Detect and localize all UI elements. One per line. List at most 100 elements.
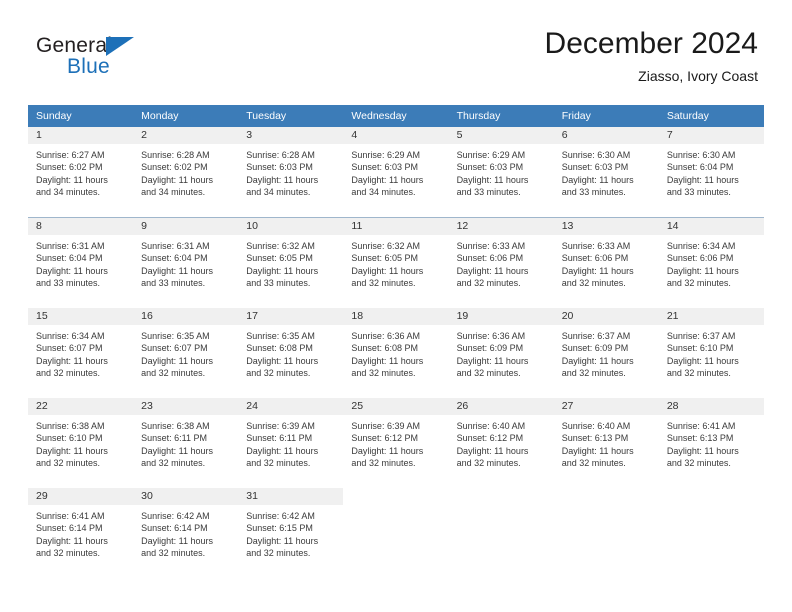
day-cell[interactable]: 27 Sunrise: 6:40 AM Sunset: 6:13 PM Dayl…: [553, 398, 659, 488]
daylight-text-line2: and 32 minutes.: [36, 368, 101, 379]
daylight-text-line2: and 34 minutes.: [36, 187, 101, 198]
day-details: Sunrise: 6:29 AM Sunset: 6:03 PM Dayligh…: [343, 144, 448, 199]
daylight-text-line1: Daylight: 11 hours: [561, 445, 634, 456]
day-cell[interactable]: 7 Sunrise: 6:30 AM Sunset: 6:04 PM Dayli…: [658, 127, 764, 217]
calendar-page: General Blue December 2024 Ziasso, Ivory…: [0, 0, 792, 612]
day-details: Sunrise: 6:38 AM Sunset: 6:11 PM Dayligh…: [133, 415, 238, 470]
weekday-header-row: Sunday Monday Tuesday Wednesday Thursday…: [28, 105, 764, 127]
day-details: Sunrise: 6:28 AM Sunset: 6:02 PM Dayligh…: [133, 144, 238, 199]
daylight-text-line2: and 32 minutes.: [351, 458, 416, 469]
day-cell[interactable]: 6 Sunrise: 6:30 AM Sunset: 6:03 PM Dayli…: [553, 127, 659, 217]
day-cell[interactable]: 5 Sunrise: 6:29 AM Sunset: 6:03 PM Dayli…: [448, 127, 554, 217]
daylight-text-line1: Daylight: 11 hours: [561, 265, 634, 276]
sunrise-text: Sunrise: 6:37 AM: [561, 331, 631, 341]
daylight-text-line2: and 33 minutes.: [36, 278, 101, 289]
sunset-text: Sunset: 6:10 PM: [36, 433, 103, 444]
day-cell[interactable]: 4 Sunrise: 6:29 AM Sunset: 6:03 PM Dayli…: [343, 127, 449, 217]
day-details: Sunrise: 6:36 AM Sunset: 6:08 PM Dayligh…: [343, 325, 448, 380]
daylight-text-line2: and 32 minutes.: [456, 368, 521, 379]
daylight-text-line1: Daylight: 11 hours: [666, 174, 739, 185]
day-number: 15: [28, 308, 134, 325]
sunrise-text: Sunrise: 6:34 AM: [36, 331, 105, 341]
day-cell[interactable]: 1 Sunrise: 6:27 AM Sunset: 6:02 PM Dayli…: [28, 127, 134, 217]
daylight-text-line1: Daylight: 11 hours: [351, 265, 424, 276]
day-cell[interactable]: 13 Sunrise: 6:33 AM Sunset: 6:06 PM Dayl…: [553, 218, 659, 308]
sunset-text: Sunset: 6:14 PM: [141, 523, 208, 534]
sunset-text: Sunset: 6:12 PM: [351, 433, 418, 444]
day-cell[interactable]: 21 Sunrise: 6:37 AM Sunset: 6:10 PM Dayl…: [658, 308, 764, 398]
day-details: Sunrise: 6:27 AM Sunset: 6:02 PM Dayligh…: [28, 144, 133, 199]
day-number: 12: [448, 218, 554, 235]
day-details: Sunrise: 6:30 AM Sunset: 6:03 PM Dayligh…: [554, 144, 659, 199]
sunrise-text: Sunrise: 6:27 AM: [36, 150, 105, 160]
day-cell[interactable]: 23 Sunrise: 6:38 AM Sunset: 6:11 PM Dayl…: [133, 398, 239, 488]
day-cell[interactable]: 12 Sunrise: 6:33 AM Sunset: 6:06 PM Dayl…: [448, 218, 554, 308]
day-cell[interactable]: 20 Sunrise: 6:37 AM Sunset: 6:09 PM Dayl…: [553, 308, 659, 398]
title-block: December 2024 Ziasso, Ivory Coast: [545, 26, 758, 86]
sunrise-text: Sunrise: 6:35 AM: [246, 331, 315, 341]
day-cell[interactable]: 10 Sunrise: 6:32 AM Sunset: 6:05 PM Dayl…: [238, 218, 344, 308]
page-subtitle: Ziasso, Ivory Coast: [638, 68, 758, 84]
day-details: Sunrise: 6:34 AM Sunset: 6:07 PM Dayligh…: [28, 325, 133, 380]
day-cell[interactable]: 28 Sunrise: 6:41 AM Sunset: 6:13 PM Dayl…: [658, 398, 764, 488]
daylight-text-line1: Daylight: 11 hours: [666, 355, 739, 366]
day-cell[interactable]: 19 Sunrise: 6:36 AM Sunset: 6:09 PM Dayl…: [448, 308, 554, 398]
day-cell[interactable]: 8 Sunrise: 6:31 AM Sunset: 6:04 PM Dayli…: [28, 218, 134, 308]
day-cell[interactable]: 18 Sunrise: 6:36 AM Sunset: 6:08 PM Dayl…: [343, 308, 449, 398]
daylight-text-line2: and 32 minutes.: [561, 368, 626, 379]
day-number: 18: [343, 308, 449, 325]
sunset-text: Sunset: 6:05 PM: [246, 253, 313, 264]
day-cell[interactable]: 24 Sunrise: 6:39 AM Sunset: 6:11 PM Dayl…: [238, 398, 344, 488]
daylight-text-line2: and 32 minutes.: [666, 278, 731, 289]
daylight-text-line2: and 32 minutes.: [141, 548, 206, 559]
day-cell[interactable]: 29 Sunrise: 6:41 AM Sunset: 6:14 PM Dayl…: [28, 488, 134, 578]
day-details: Sunrise: 6:35 AM Sunset: 6:08 PM Dayligh…: [238, 325, 343, 380]
day-cell[interactable]: 16 Sunrise: 6:35 AM Sunset: 6:07 PM Dayl…: [133, 308, 239, 398]
daylight-text-line2: and 32 minutes.: [456, 458, 521, 469]
sunrise-text: Sunrise: 6:35 AM: [141, 331, 210, 341]
daylight-text-line1: Daylight: 11 hours: [141, 535, 214, 546]
day-number: 10: [238, 218, 344, 235]
day-number: 2: [133, 127, 239, 144]
sunrise-text: Sunrise: 6:41 AM: [36, 511, 105, 521]
sunrise-text: Sunrise: 6:38 AM: [36, 421, 105, 431]
daylight-text-line2: and 33 minutes.: [141, 278, 206, 289]
day-cell[interactable]: 2 Sunrise: 6:28 AM Sunset: 6:02 PM Dayli…: [133, 127, 239, 217]
day-cell[interactable]: 9 Sunrise: 6:31 AM Sunset: 6:04 PM Dayli…: [133, 218, 239, 308]
day-cell-empty: [658, 488, 764, 578]
day-cell[interactable]: 25 Sunrise: 6:39 AM Sunset: 6:12 PM Dayl…: [343, 398, 449, 488]
day-cell[interactable]: 11 Sunrise: 6:32 AM Sunset: 6:05 PM Dayl…: [343, 218, 449, 308]
daylight-text-line1: Daylight: 11 hours: [36, 445, 108, 456]
daylight-text-line1: Daylight: 11 hours: [456, 445, 529, 456]
day-number: [554, 488, 659, 505]
day-number: [659, 488, 764, 505]
day-cell[interactable]: 15 Sunrise: 6:34 AM Sunset: 6:07 PM Dayl…: [28, 308, 134, 398]
day-number: 27: [553, 398, 659, 415]
sunset-text: Sunset: 6:09 PM: [456, 343, 524, 354]
day-cell[interactable]: 30 Sunrise: 6:42 AM Sunset: 6:14 PM Dayl…: [133, 488, 239, 578]
page-header: General Blue December 2024 Ziasso, Ivory…: [28, 26, 764, 98]
sunset-text: Sunset: 6:11 PM: [141, 433, 208, 444]
daylight-text-line1: Daylight: 11 hours: [246, 265, 319, 276]
sunset-text: Sunset: 6:04 PM: [666, 162, 734, 173]
sunset-text: Sunset: 6:06 PM: [456, 253, 524, 264]
sunset-text: Sunset: 6:03 PM: [246, 162, 313, 173]
day-details: Sunrise: 6:39 AM Sunset: 6:11 PM Dayligh…: [238, 415, 343, 470]
day-number: 14: [658, 218, 764, 235]
day-cell[interactable]: 3 Sunrise: 6:28 AM Sunset: 6:03 PM Dayli…: [238, 127, 344, 217]
general-blue-logo[interactable]: General Blue: [36, 34, 166, 90]
daylight-text-line2: and 34 minutes.: [351, 187, 416, 198]
day-cell[interactable]: 26 Sunrise: 6:40 AM Sunset: 6:12 PM Dayl…: [448, 398, 554, 488]
day-cell[interactable]: 22 Sunrise: 6:38 AM Sunset: 6:10 PM Dayl…: [28, 398, 134, 488]
sunset-text: Sunset: 6:14 PM: [36, 523, 103, 534]
day-details: Sunrise: 6:32 AM Sunset: 6:05 PM Dayligh…: [238, 235, 343, 290]
day-number: 3: [238, 127, 344, 144]
daylight-text-line1: Daylight: 11 hours: [36, 355, 108, 366]
day-cell[interactable]: 17 Sunrise: 6:35 AM Sunset: 6:08 PM Dayl…: [238, 308, 344, 398]
day-cell[interactable]: 14 Sunrise: 6:34 AM Sunset: 6:06 PM Dayl…: [658, 218, 764, 308]
day-details: Sunrise: 6:33 AM Sunset: 6:06 PM Dayligh…: [449, 235, 554, 290]
day-number: 11: [343, 218, 449, 235]
sunset-text: Sunset: 6:08 PM: [246, 343, 313, 354]
day-details: Sunrise: 6:40 AM Sunset: 6:13 PM Dayligh…: [554, 415, 659, 470]
day-cell[interactable]: 31 Sunrise: 6:42 AM Sunset: 6:15 PM Dayl…: [238, 488, 344, 578]
